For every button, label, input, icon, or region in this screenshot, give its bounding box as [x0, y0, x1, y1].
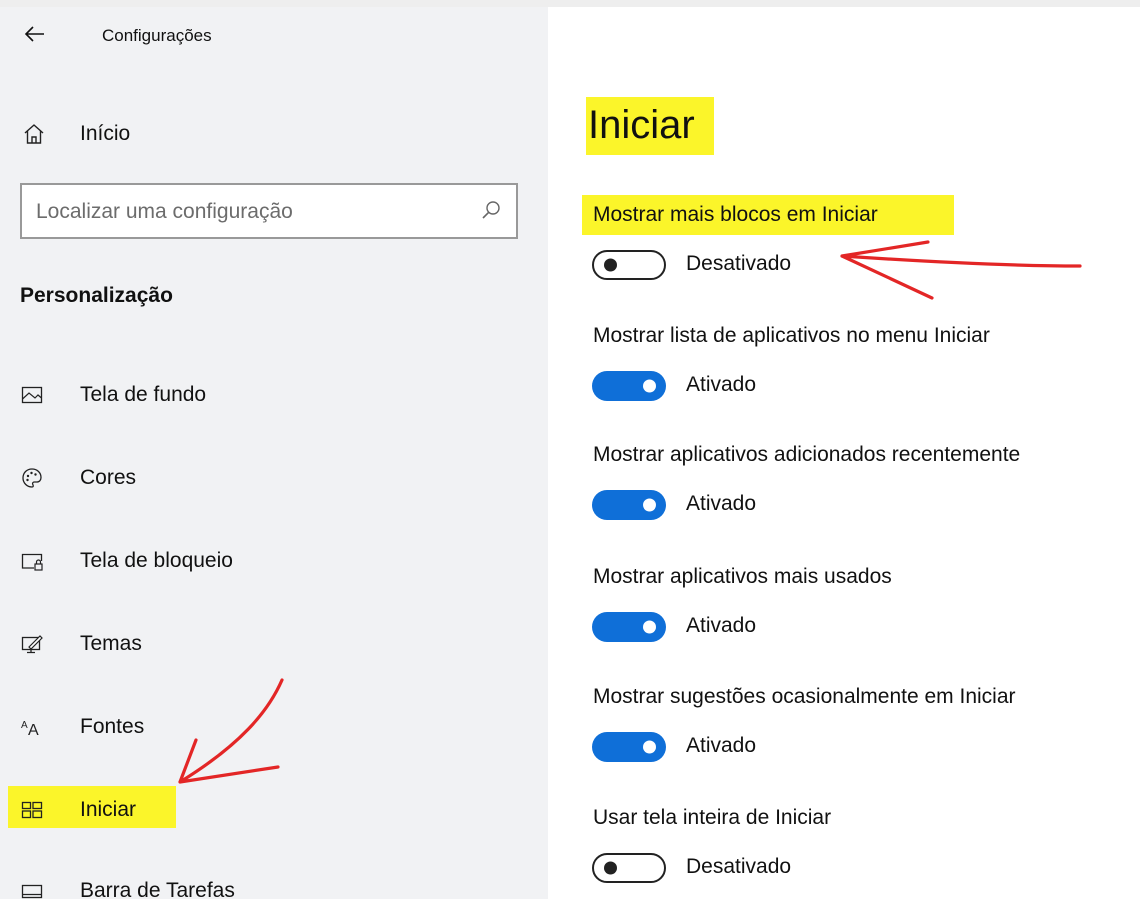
setting-mostrar-adicionados-recentemente: Mostrar aplicativos adicionados recentem… [588, 443, 1140, 543]
home-icon [22, 122, 46, 146]
palette-icon [20, 466, 44, 490]
sidebar-item-label: Fontes [80, 715, 145, 738]
setting-label: Usar tela inteira de Iniciar [593, 806, 832, 829]
sidebar-item-label: Barra de Tarefas [80, 879, 235, 902]
lock-screen-icon [20, 549, 44, 573]
sidebar-item-label: Início [80, 122, 131, 145]
section-title: Personalização [20, 284, 173, 307]
toggle-knob [643, 379, 656, 393]
setting-mostrar-lista-aplicativos: Mostrar lista de aplicativos no menu Ini… [588, 324, 1140, 424]
toggle-knob [604, 861, 617, 875]
search-box[interactable] [20, 183, 518, 239]
sidebar-item-label: Iniciar [80, 798, 137, 821]
start-icon [20, 798, 44, 822]
sidebar-item-temas[interactable]: Temas [0, 618, 548, 670]
sidebar: Configurações Início Personalização Tela… [0, 7, 548, 902]
setting-label: Mostrar sugestões ocasionalmente em Inic… [593, 685, 1016, 708]
toggle-knob [604, 258, 617, 272]
sidebar-item-fontes[interactable]: A A Fontes [0, 701, 548, 753]
setting-mostrar-mais-usados: Mostrar aplicativos mais usados Ativado [588, 565, 1140, 665]
main-content: Iniciar Mostrar mais blocos em Iniciar D… [548, 7, 1140, 899]
toggle-switch[interactable] [592, 490, 666, 520]
sidebar-item-label: Temas [80, 632, 142, 655]
toggle-knob [643, 498, 656, 512]
sidebar-item-label: Cores [80, 466, 137, 489]
themes-icon [20, 632, 44, 656]
setting-state: Desativado [686, 252, 792, 275]
sidebar-item-cores[interactable]: Cores [0, 452, 548, 504]
setting-label: Mostrar lista de aplicativos no menu Ini… [593, 324, 990, 347]
toggle-knob [643, 740, 656, 754]
toggle-switch[interactable] [592, 250, 666, 280]
setting-label: Mostrar mais blocos em Iniciar [593, 203, 878, 226]
search-input[interactable] [34, 197, 468, 227]
setting-state: Ativado [686, 492, 757, 515]
setting-label: Mostrar aplicativos adicionados recentem… [593, 443, 1021, 466]
page-title: Iniciar [588, 103, 695, 147]
picture-icon [20, 383, 44, 407]
toggle-switch[interactable] [592, 732, 666, 762]
toggle-switch[interactable] [592, 853, 666, 883]
back-button[interactable] [22, 20, 50, 48]
app-title: Configurações [102, 26, 212, 45]
search-icon[interactable] [480, 199, 502, 221]
toggle-switch[interactable] [592, 371, 666, 401]
toggle-switch[interactable] [592, 612, 666, 642]
window-top-edge [0, 0, 1140, 7]
sidebar-item-tela-de-fundo[interactable]: Tela de fundo [0, 369, 548, 421]
setting-usar-tela-inteira: Usar tela inteira de Iniciar Desativado [588, 806, 1140, 906]
toggle-knob [643, 620, 656, 634]
sidebar-item-label: Tela de fundo [80, 383, 207, 406]
svg-text:A: A [28, 722, 39, 739]
setting-state: Desativado [686, 855, 792, 878]
svg-text:A: A [21, 720, 28, 731]
sidebar-item-label: Tela de bloqueio [80, 549, 233, 572]
setting-label: Mostrar aplicativos mais usados [593, 565, 892, 588]
taskbar-icon [20, 879, 44, 903]
back-arrow-icon [24, 26, 44, 42]
setting-mostrar-mais-blocos: Mostrar mais blocos em Iniciar Desativad… [582, 195, 1140, 303]
sidebar-item-barra-de-tarefas[interactable]: Barra de Tarefas [0, 865, 548, 917]
sidebar-item-tela-de-bloqueio[interactable]: Tela de bloqueio [0, 535, 548, 587]
setting-state: Ativado [686, 373, 757, 396]
sidebar-item-home[interactable]: Início [0, 111, 548, 157]
fonts-icon: A A [20, 715, 44, 739]
setting-state: Ativado [686, 614, 757, 637]
setting-state: Ativado [686, 734, 757, 757]
setting-mostrar-sugestoes: Mostrar sugestões ocasionalmente em Inic… [588, 685, 1140, 785]
sidebar-item-iniciar[interactable]: Iniciar [0, 784, 548, 836]
